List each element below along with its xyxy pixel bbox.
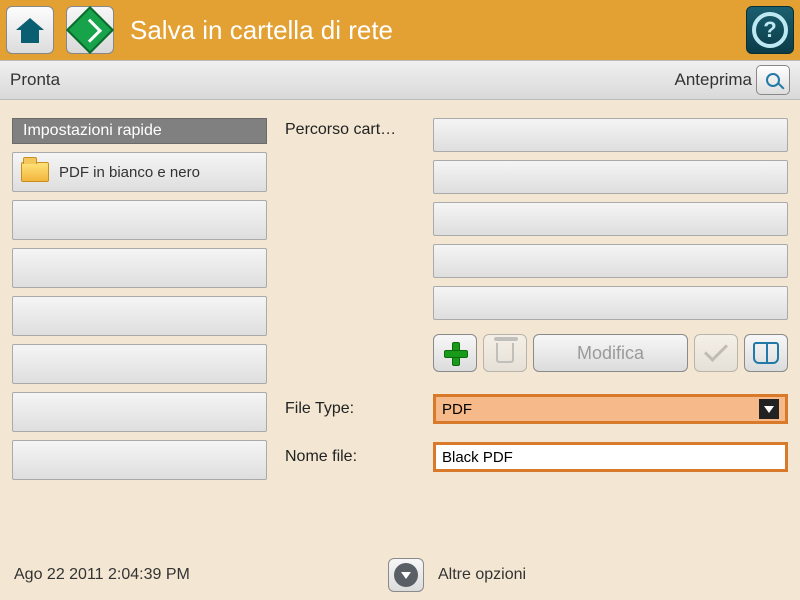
quick-settings-heading: Impostazioni rapide [12, 118, 267, 144]
chevron-down-icon [394, 563, 418, 587]
help-icon: ? [752, 12, 788, 48]
quick-setting-empty[interactable] [12, 200, 267, 240]
home-button[interactable] [6, 6, 54, 54]
folder-path-slot[interactable] [433, 202, 788, 236]
file-type-value: PDF [442, 401, 472, 418]
address-book-button[interactable] [744, 334, 788, 372]
folder-path-slot[interactable] [433, 160, 788, 194]
confirm-path-button [694, 334, 738, 372]
book-icon [753, 342, 779, 364]
quick-setting-empty[interactable] [12, 344, 267, 384]
folder-path-slot[interactable] [433, 118, 788, 152]
status-text: Pronta [10, 70, 60, 90]
folder-path-label: Percorso cart… [285, 118, 415, 372]
home-icon [16, 18, 44, 43]
help-button[interactable]: ? [746, 6, 794, 54]
quick-setting-empty[interactable] [12, 440, 267, 480]
file-type-select[interactable]: PDF [433, 394, 788, 424]
path-actions: Modifica [433, 334, 788, 372]
chevron-down-icon [759, 399, 779, 419]
modify-label: Modifica [577, 343, 644, 364]
quick-setting-label: PDF in bianco e nero [59, 164, 200, 181]
quick-setting-empty[interactable] [12, 296, 267, 336]
quick-setting-empty[interactable] [12, 248, 267, 288]
modify-path-button: Modifica [533, 334, 688, 372]
status-bar: Pronta Anteprima [0, 60, 800, 100]
more-options-button[interactable] [388, 558, 424, 592]
trash-icon [496, 343, 514, 363]
quick-settings-panel: Impostazioni rapide PDF in bianco e nero [12, 118, 267, 542]
timestamp: Ago 22 2011 2:04:39 PM [14, 566, 374, 584]
folder-path-slot[interactable] [433, 244, 788, 278]
add-path-button[interactable] [433, 334, 477, 372]
more-options-label: Altre opzioni [438, 566, 526, 584]
file-name-label: Nome file: [285, 448, 415, 466]
title-bar: Salva in cartella di rete ? [0, 0, 800, 60]
check-icon [704, 338, 728, 362]
folder-path-list: Modifica [433, 118, 788, 372]
plus-icon [444, 342, 466, 364]
quick-setting-empty[interactable] [12, 392, 267, 432]
form-panel: Percorso cart… Modifica File Type: PD [285, 118, 788, 542]
preview-button[interactable] [756, 65, 790, 95]
start-icon [66, 6, 114, 54]
page-title: Salva in cartella di rete [130, 15, 740, 46]
preview-label: Anteprima [675, 70, 752, 90]
quick-setting-item[interactable]: PDF in bianco e nero [12, 152, 267, 192]
start-button[interactable] [66, 6, 114, 54]
folder-icon [21, 162, 49, 182]
file-name-input[interactable] [433, 442, 788, 472]
footer: Ago 22 2011 2:04:39 PM Altre opzioni [0, 550, 800, 600]
file-type-label: File Type: [285, 400, 415, 418]
magnifier-icon [766, 73, 780, 87]
delete-path-button [483, 334, 527, 372]
work-area: Impostazioni rapide PDF in bianco e nero… [0, 100, 800, 550]
folder-path-slot[interactable] [433, 286, 788, 320]
